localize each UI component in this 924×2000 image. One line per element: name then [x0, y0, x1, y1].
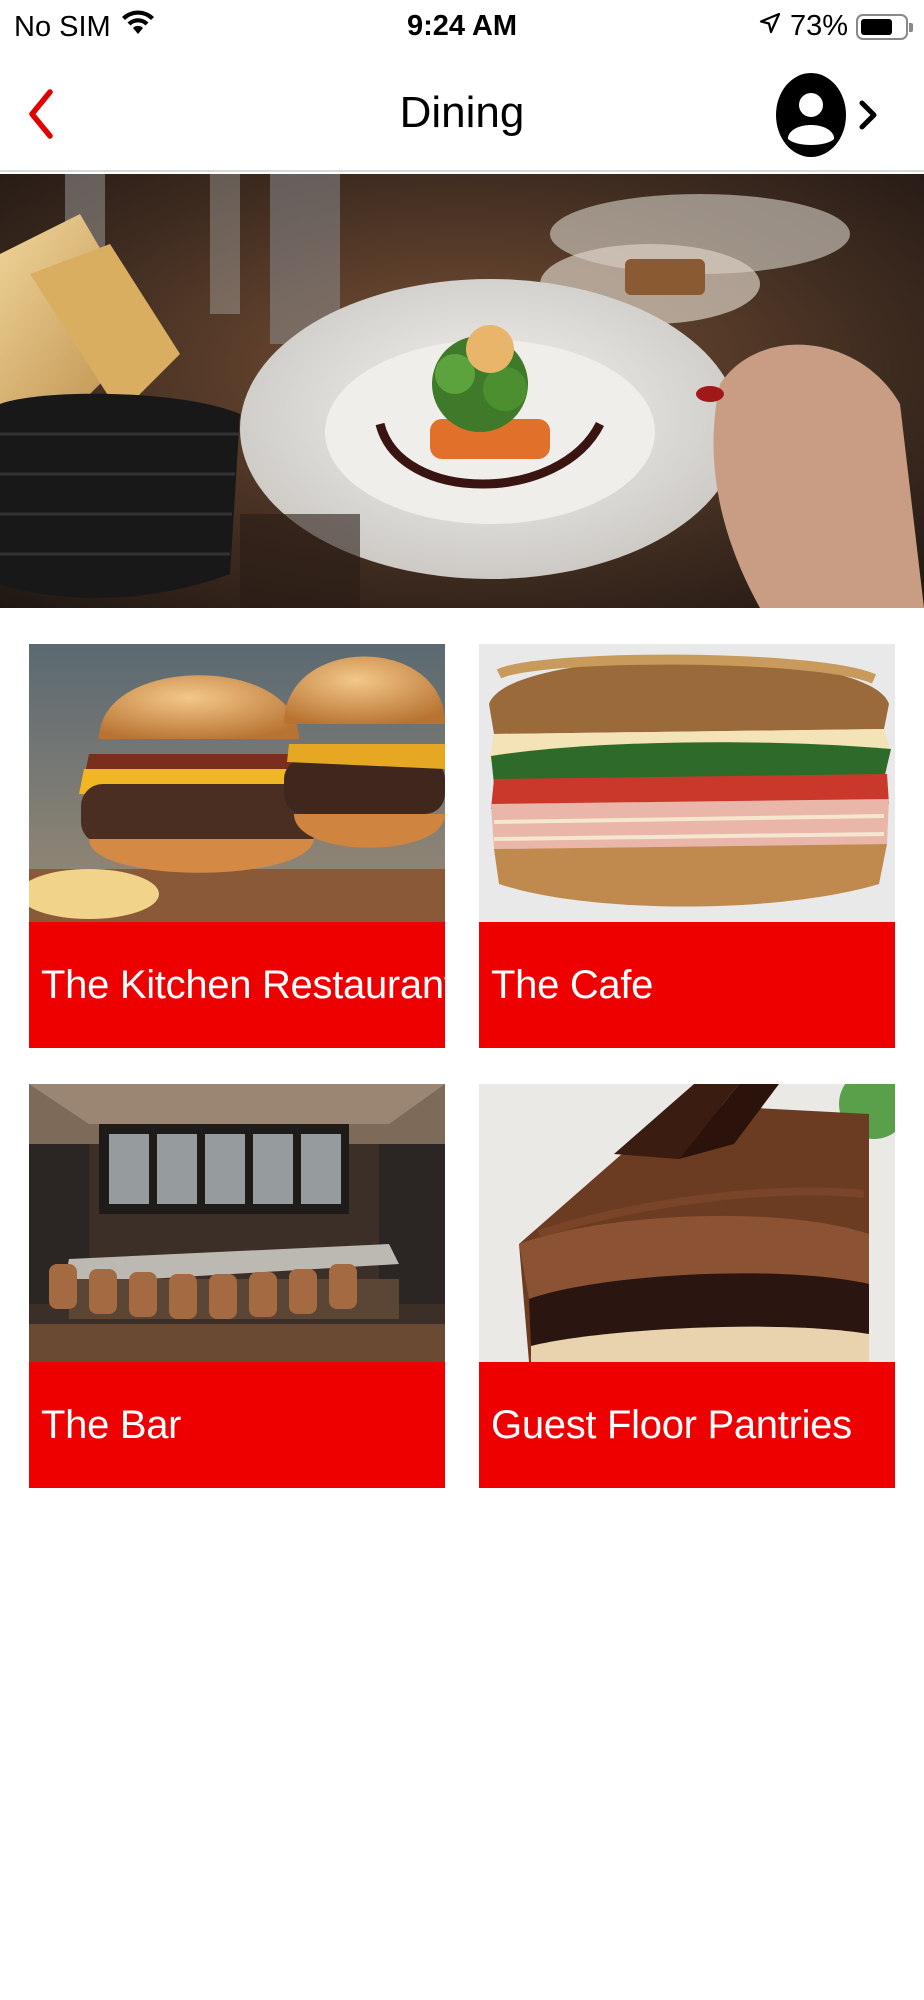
- venue-label: Guest Floor Pantries: [491, 1402, 852, 1447]
- chocolate-cake-photo: [479, 1084, 895, 1362]
- venue-image: [479, 644, 895, 922]
- burger-photo: [29, 644, 445, 922]
- venue-image: [29, 644, 445, 922]
- navigation-bar: Dining: [0, 56, 924, 172]
- battery-level: [861, 18, 892, 35]
- venue-tile-cafe[interactable]: The Cafe: [479, 644, 895, 1048]
- user-avatar-icon: [776, 73, 846, 157]
- venue-tile-bar[interactable]: The Bar: [29, 1084, 445, 1488]
- sandwich-photo: [479, 644, 895, 922]
- venue-label-bar: The Cafe: [479, 922, 895, 1048]
- venue-tile-kitchen-restaurant[interactable]: The Kitchen Restaurant: [29, 644, 445, 1048]
- bar-interior-photo: [29, 1084, 445, 1362]
- venue-tile-guest-floor-pantries[interactable]: Guest Floor Pantries: [479, 1084, 895, 1488]
- profile-button[interactable]: [774, 70, 884, 160]
- venue-label-bar: The Kitchen Restaurant: [29, 922, 445, 1048]
- venue-image: [479, 1084, 895, 1362]
- venue-image: [29, 1084, 445, 1362]
- venue-label-bar: The Bar: [29, 1362, 445, 1488]
- venue-label: The Kitchen Restaurant: [41, 962, 445, 1007]
- hero-image: [0, 174, 924, 608]
- venue-label: The Cafe: [491, 962, 654, 1007]
- battery-icon: [856, 13, 913, 40]
- location-arrow-icon: [758, 10, 782, 43]
- status-right: 73%: [758, 10, 913, 43]
- status-bar: No SIM 9:24 AM 73%: [0, 0, 924, 56]
- venue-label-bar: Guest Floor Pantries: [479, 1362, 895, 1488]
- plated-dish-photo: [0, 174, 924, 608]
- chevron-right-icon: [859, 100, 877, 130]
- venue-label: The Bar: [41, 1402, 182, 1447]
- battery-percent: 73%: [789, 10, 848, 42]
